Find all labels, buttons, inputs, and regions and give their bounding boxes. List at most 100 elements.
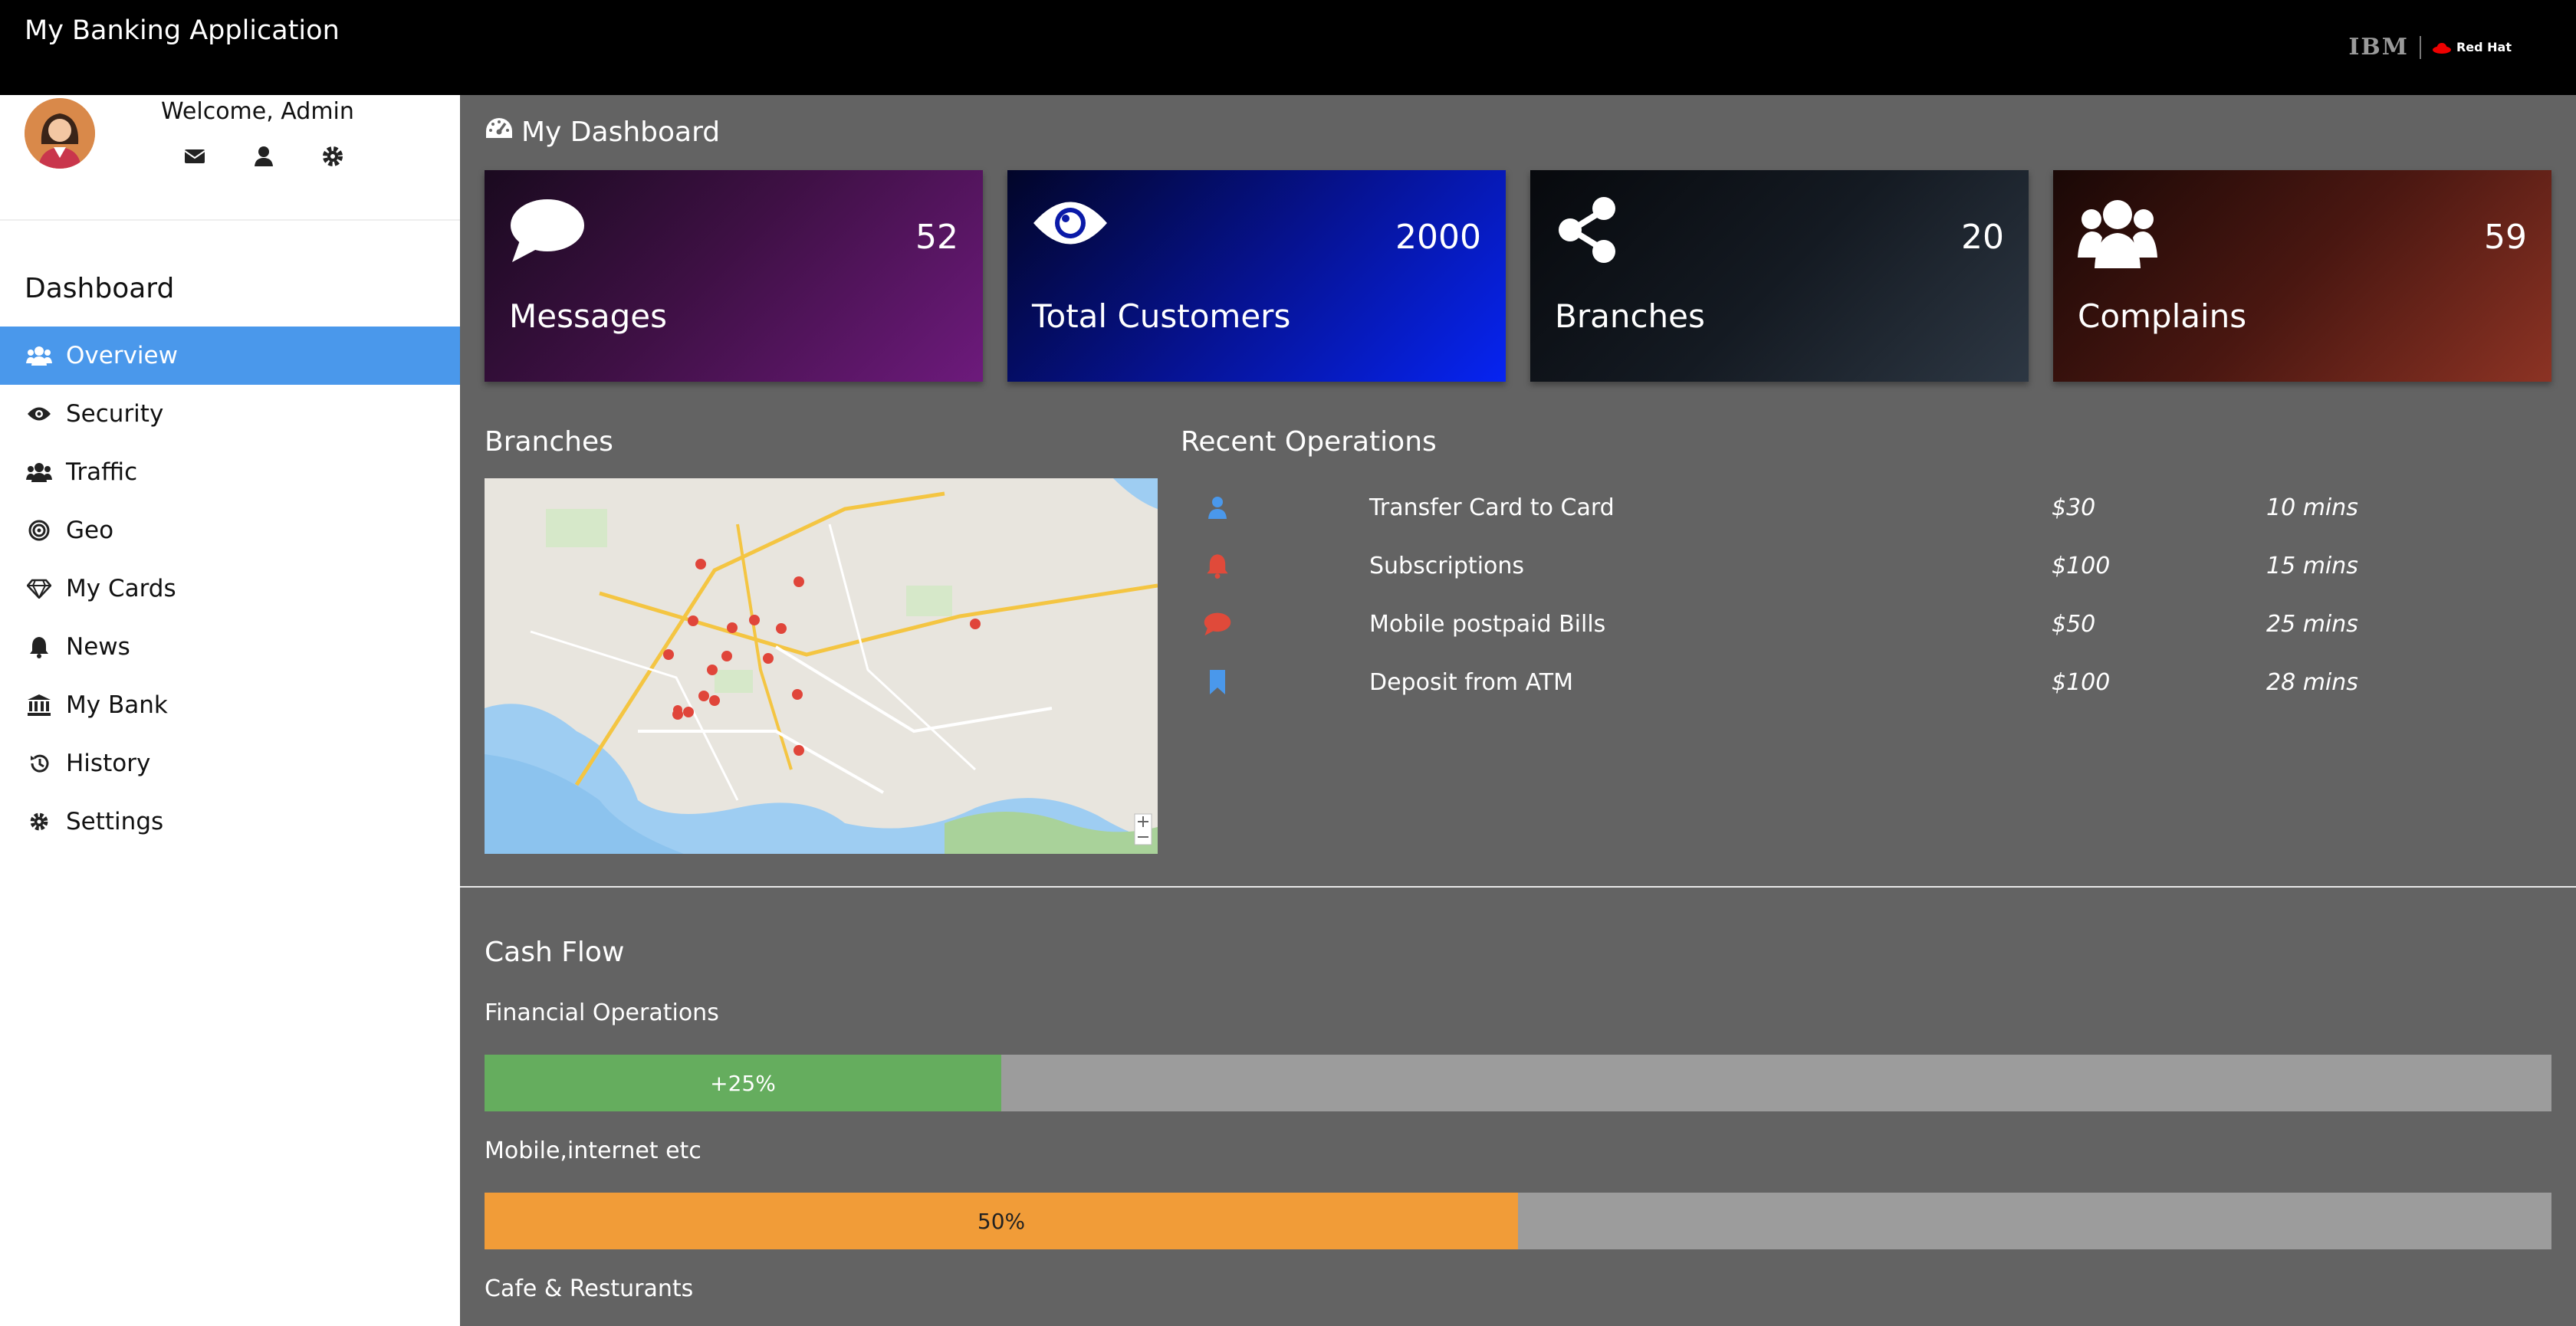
- progress-text: +25%: [710, 1070, 776, 1096]
- ibm-logo: IBM: [2348, 34, 2409, 61]
- bell-icon: [25, 635, 54, 659]
- operation-amount: $100: [2052, 552, 2111, 579]
- cashflow-progress-bar: 50%: [485, 1193, 2551, 1249]
- envelope-icon[interactable]: [182, 144, 207, 169]
- operation-time: 25 mins: [2266, 610, 2358, 638]
- cash-flow-heading: Cash Flow: [485, 937, 625, 968]
- bank-icon: [25, 693, 54, 717]
- eye-icon: [1032, 196, 1109, 253]
- stat-value: 59: [2484, 218, 2527, 257]
- sidebar-item-my-cards[interactable]: My Cards: [0, 560, 460, 618]
- sidebar-item-label: Settings: [66, 808, 164, 835]
- stat-label: Complains: [2078, 297, 2247, 335]
- sidebar-item-label: Security: [66, 400, 164, 428]
- sidebar-item-traffic[interactable]: Traffic: [0, 443, 460, 501]
- progress-fill: +25%: [485, 1055, 1001, 1111]
- users-icon: [25, 343, 54, 368]
- operation-row[interactable]: Deposit from ATM $100 28 mins: [1181, 653, 2545, 711]
- sidebar-divider: [0, 219, 460, 221]
- redhat-text: Red Hat: [2456, 40, 2512, 54]
- main-content: My Dashboard 52 Messages 2000 Total Cust…: [460, 95, 2576, 1326]
- operation-name: Transfer Card to Card: [1369, 494, 1615, 521]
- app-title: My Banking Application: [25, 15, 340, 46]
- eye-icon: [25, 402, 54, 426]
- operation-row[interactable]: Transfer Card to Card $30 10 mins: [1181, 478, 2545, 537]
- bookmark-icon: [1204, 668, 1231, 696]
- operation-amount: $100: [2052, 668, 2111, 696]
- stat-value: 52: [915, 218, 958, 257]
- operation-name: Mobile postpaid Bills: [1369, 610, 1606, 638]
- avatar[interactable]: [25, 98, 95, 169]
- operation-name: Deposit from ATM: [1369, 668, 1573, 696]
- gear-icon[interactable]: [320, 144, 345, 169]
- branches-map[interactable]: [485, 478, 1158, 854]
- history-icon: [25, 751, 54, 776]
- stat-card-messages[interactable]: 52 Messages: [485, 170, 983, 382]
- cashflow-bar-label: Financial Operations: [485, 999, 719, 1026]
- operation-time: 10 mins: [2266, 494, 2358, 521]
- welcome-text: Welcome, Admin: [161, 98, 354, 125]
- stat-value: 20: [1961, 218, 2004, 257]
- dashboard-title: My Dashboard: [485, 117, 720, 148]
- recent-operations-heading: Recent Operations: [1181, 426, 1437, 458]
- users-icon: [25, 460, 54, 484]
- progress-text: 50%: [977, 1208, 1026, 1234]
- cashflow-progress-bar: +25%: [485, 1055, 2551, 1111]
- gear-icon: [25, 809, 54, 834]
- operation-name: Subscriptions: [1369, 552, 1525, 579]
- sidebar-nav: Overview Security Traffic Geo My Cards N…: [0, 327, 460, 851]
- operation-row[interactable]: Mobile postpaid Bills $50 25 mins: [1181, 595, 2545, 653]
- operation-time: 15 mins: [2266, 552, 2358, 579]
- sidebar-item-label: History: [66, 750, 151, 777]
- sidebar-item-overview[interactable]: Overview: [0, 327, 460, 385]
- diamond-icon: [25, 576, 54, 601]
- stat-card-complains[interactable]: 59 Complains: [2053, 170, 2551, 382]
- cashflow-bar-label: Cafe & Resturants: [485, 1275, 694, 1302]
- redhat-logo: Red Hat: [2432, 40, 2512, 54]
- top-bar: My Banking Application IBM Red Hat: [0, 0, 2576, 95]
- sidebar-heading: Dashboard: [25, 273, 175, 304]
- stat-card-total-customers[interactable]: 2000 Total Customers: [1007, 170, 1506, 382]
- sidebar: Welcome, Admin Dashboard Overview Securi…: [0, 95, 460, 1326]
- share-icon: [1555, 196, 1621, 267]
- operation-time: 28 mins: [2266, 668, 2358, 696]
- sidebar-item-settings[interactable]: Settings: [0, 793, 460, 851]
- sidebar-item-geo[interactable]: Geo: [0, 501, 460, 560]
- progress-fill: 50%: [485, 1193, 1518, 1249]
- users-icon: [2078, 196, 2157, 273]
- sidebar-item-history[interactable]: History: [0, 734, 460, 793]
- bell-icon: [1204, 552, 1231, 579]
- user-icon: [1204, 494, 1231, 521]
- sidebar-item-label: Overview: [66, 342, 178, 369]
- operation-row[interactable]: Subscriptions $100 15 mins: [1181, 537, 2545, 595]
- brand-divider: [2419, 35, 2421, 59]
- brand-logos: IBM Red Hat: [2348, 34, 2512, 61]
- comment-icon: [1204, 610, 1231, 638]
- sidebar-item-label: Traffic: [66, 458, 138, 486]
- operation-amount: $50: [2052, 610, 2096, 638]
- sidebar-item-label: My Cards: [66, 575, 176, 602]
- redhat-hat-icon: [2432, 42, 2451, 54]
- stat-cards: 52 Messages 2000 Total Customers 20 Bran…: [485, 170, 2551, 382]
- operation-amount: $30: [2052, 494, 2096, 521]
- sidebar-item-news[interactable]: News: [0, 618, 460, 676]
- dashboard-gauge-icon: [485, 117, 514, 148]
- stat-label: Branches: [1555, 297, 1705, 335]
- stat-card-branches[interactable]: 20 Branches: [1530, 170, 2029, 382]
- bullseye-icon: [25, 518, 54, 543]
- dashboard-title-text: My Dashboard: [521, 117, 721, 148]
- sidebar-item-my-bank[interactable]: My Bank: [0, 676, 460, 734]
- stat-value: 2000: [1395, 218, 1481, 257]
- stat-label: Messages: [509, 297, 667, 335]
- branches-heading: Branches: [485, 426, 613, 458]
- user-icon[interactable]: [251, 144, 276, 169]
- comment-icon: [509, 196, 586, 267]
- section-divider: [460, 886, 2576, 888]
- sidebar-item-security[interactable]: Security: [0, 385, 460, 443]
- sidebar-item-label: Geo: [66, 517, 114, 544]
- cashflow-bar-label: Mobile,internet etc: [485, 1137, 702, 1164]
- user-actions: [182, 144, 345, 169]
- sidebar-item-label: My Bank: [66, 691, 168, 719]
- sidebar-item-label: News: [66, 633, 130, 661]
- stat-label: Total Customers: [1032, 297, 1291, 335]
